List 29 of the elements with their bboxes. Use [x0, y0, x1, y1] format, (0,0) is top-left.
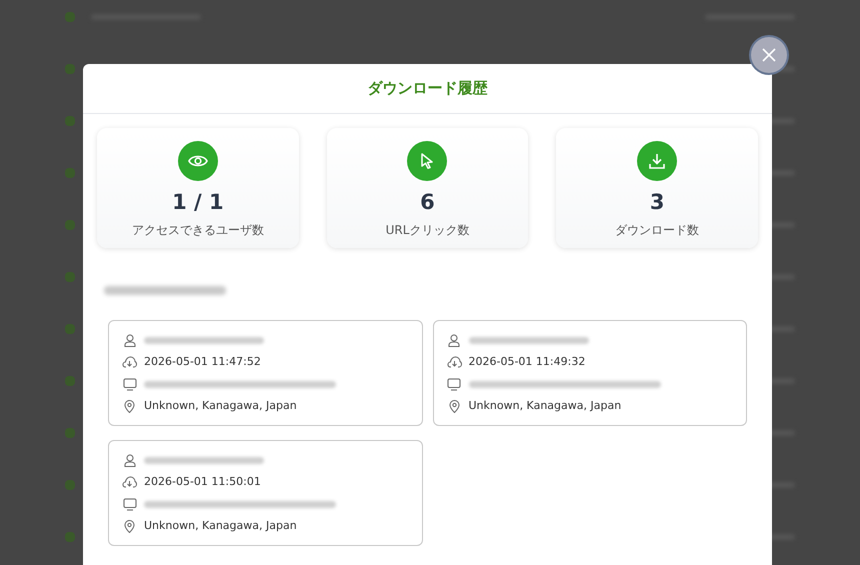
- cloud-download-icon: [446, 356, 462, 368]
- cloud-download-icon: [122, 356, 137, 368]
- eye-icon: [188, 154, 208, 168]
- stat-value: 1 / 1: [172, 189, 224, 216]
- stat-label: ダウンロード数: [615, 222, 700, 239]
- close-icon: [762, 48, 776, 62]
- monitor-icon: [447, 378, 461, 390]
- map-pin-icon: [448, 400, 460, 412]
- map-pin-icon: [124, 400, 135, 412]
- location-text: Unknown, Kanagawa, Japan: [468, 398, 622, 414]
- person-icon: [124, 454, 136, 466]
- stat-label: URLクリック数: [386, 222, 470, 239]
- monitor-icon: [122, 498, 136, 510]
- location-text: Unknown, Kanagawa, Japan: [144, 518, 297, 534]
- download-time: 2026-05-01 11:50:01: [144, 474, 261, 490]
- cloud-download-icon: [122, 476, 137, 488]
- person-icon: [124, 334, 136, 346]
- download-time: 2026-05-01 11:47:52: [144, 354, 261, 370]
- location-text: Unknown, Kanagawa, Japan: [144, 398, 297, 414]
- download-time: 2026-05-01 11:49:32: [468, 354, 586, 370]
- stat-value: 6: [420, 189, 435, 216]
- dialog-title: ダウンロード履歴: [368, 78, 488, 100]
- stat-label: アクセスできるユーザ数: [132, 222, 264, 239]
- map-pin-icon: [124, 520, 135, 532]
- cursor-icon: [420, 153, 434, 169]
- stat-value: 3: [650, 189, 664, 216]
- download-icon: [648, 152, 666, 170]
- person-icon: [448, 334, 460, 346]
- monitor-icon: [122, 378, 136, 390]
